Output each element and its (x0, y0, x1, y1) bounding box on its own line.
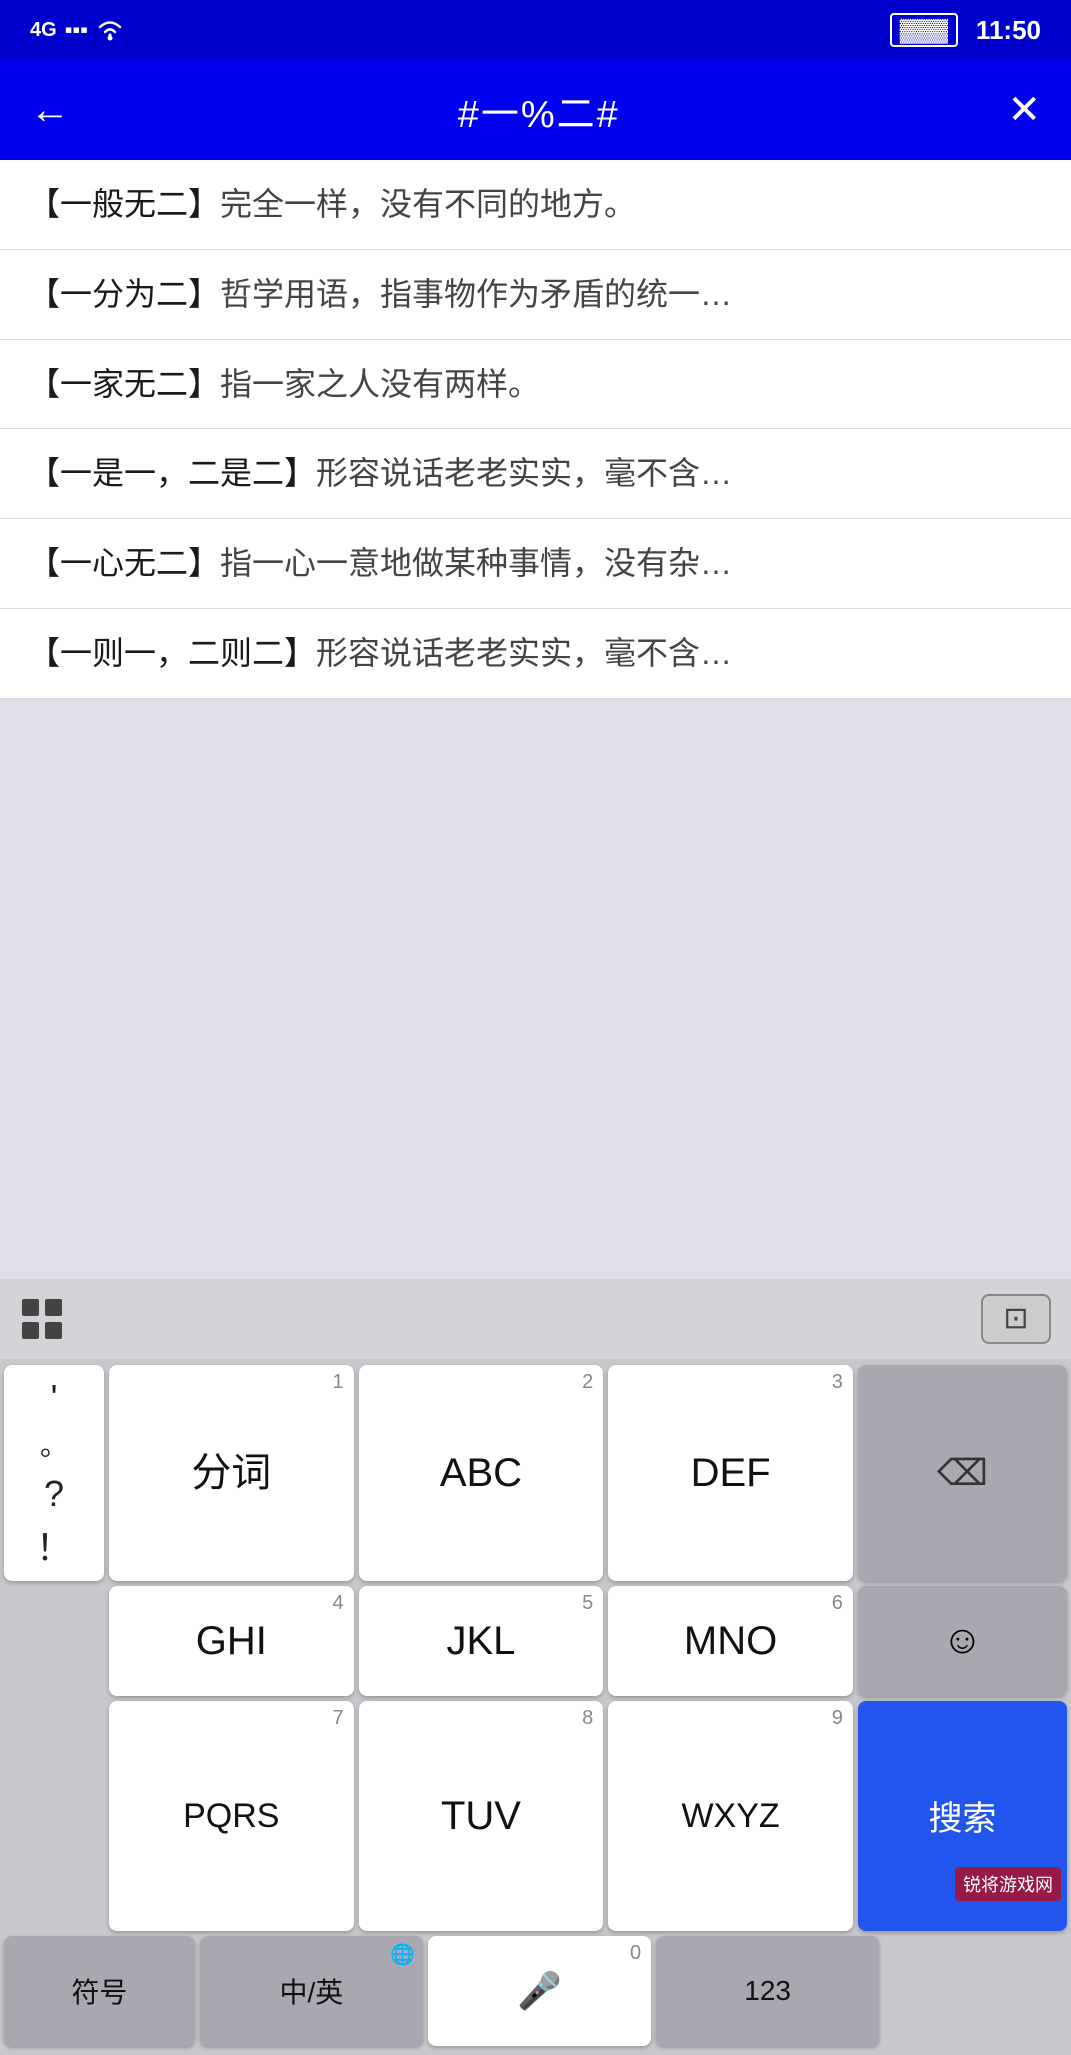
key-label-jkl: JKL (446, 1621, 515, 1661)
grid-icon-button[interactable] (20, 1297, 64, 1341)
back-button[interactable]: ← (30, 88, 70, 133)
key-num-6: 6 (832, 1592, 843, 1615)
key-num-9: 9 (832, 1707, 843, 1730)
keyboard: ' 。 ? ！ 1 分词 2 ABC 3 DEF ⌫ 4 GHI (0, 1359, 1071, 2055)
punct-exclaim[interactable]: ！ (36, 1521, 72, 1575)
result-def-2: 指一家之人没有两样。 (220, 366, 540, 402)
key-label-abc: ABC (440, 1453, 522, 1493)
status-right: ▓▓▓ 11:50 (890, 13, 1041, 47)
globe-icon: 🌐 (390, 1942, 415, 1967)
result-item-1[interactable]: 【一分为二】哲学用语，指事物作为矛盾的统一… (0, 250, 1071, 340)
result-item-5[interactable]: 【一则一，二则二】形容说话老老实实，毫不含… (0, 609, 1071, 699)
collapse-keyboard-button[interactable]: ⊡ (981, 1294, 1051, 1344)
emoji-button[interactable]: ☺ (858, 1586, 1067, 1696)
punct-question[interactable]: ? (44, 1467, 64, 1521)
key-num-4: 4 (333, 1592, 344, 1615)
key-ghi[interactable]: 4 GHI (109, 1586, 354, 1696)
battery-icon: ▓▓▓ (890, 13, 958, 47)
keyboard-row-3: 7 PQRS 8 TUV 9 WXYZ 搜索 (4, 1701, 1067, 1931)
result-def-4: 指一心一意地做某种事情，没有杂… (220, 545, 732, 581)
num-switch-button[interactable]: 123 (656, 1936, 879, 2046)
symbol-label: 符号 (71, 1971, 127, 2011)
key-num-0: 0 (630, 1942, 641, 1965)
result-key-2: 【一家无二】 (28, 366, 220, 402)
key-label-mno: MNO (684, 1621, 777, 1661)
collapse-icon: ⊡ (1003, 1301, 1028, 1336)
search-label: 搜索 (928, 1791, 996, 1840)
results-area: 【一般无二】完全一样，没有不同的地方。【一分为二】哲学用语，指事物作为矛盾的统一… (0, 160, 1071, 699)
result-key-5: 【一则一，二则二】 (28, 635, 316, 671)
key-wxyz[interactable]: 9 WXYZ (608, 1701, 853, 1931)
result-item-4[interactable]: 【一心无二】指一心一意地做某种事情，没有杂… (0, 519, 1071, 609)
close-button[interactable]: ✕ (1007, 87, 1041, 133)
backspace-button[interactable]: ⌫ (858, 1365, 1067, 1581)
key-num-2: 2 (582, 1371, 593, 1394)
key-num-5: 5 (582, 1592, 593, 1615)
result-item-3[interactable]: 【一是一，二是二】形容说话老老实实，毫不含… (0, 429, 1071, 519)
wifi-icon (96, 19, 124, 41)
emoji-icon: ☺ (942, 1618, 983, 1663)
lang-label: 中/英 (280, 1971, 344, 2011)
punct-apostrophe[interactable]: ' (51, 1371, 58, 1425)
key-label-ghi: GHI (196, 1621, 267, 1661)
search-title: #一%二# (458, 83, 620, 138)
key-label-def: DEF (691, 1453, 771, 1493)
grid-icon (20, 1297, 64, 1341)
empty-area (0, 699, 1071, 1279)
key-tuv[interactable]: 8 TUV (359, 1701, 604, 1931)
key-label-wxyz: WXYZ (681, 1799, 779, 1833)
signal-icon: ▪▪▪ (65, 17, 88, 43)
result-item-0[interactable]: 【一般无二】完全一样，没有不同的地方。 (0, 160, 1071, 250)
key-num-8: 8 (582, 1707, 593, 1730)
watermark: 锐将游戏网 (955, 1867, 1061, 1901)
key-jkl[interactable]: 5 JKL (359, 1586, 604, 1696)
result-def-1: 哲学用语，指事物作为矛盾的统一… (220, 276, 732, 312)
keyboard-row-1: ' 。 ? ！ 1 分词 2 ABC 3 DEF ⌫ (4, 1365, 1067, 1581)
status-bar: 4G ▪▪▪ ▓▓▓ 11:50 (0, 0, 1071, 60)
network-indicator: 4G (30, 19, 57, 42)
result-key-3: 【一是一，二是二】 (28, 455, 316, 491)
key-num-3: 3 (832, 1371, 843, 1394)
time-display: 11:50 (976, 15, 1041, 46)
result-key-0: 【一般无二】 (28, 186, 220, 222)
header: ← #一%二# ✕ (0, 60, 1071, 160)
result-def-5: 形容说话老老实实，毫不含… (316, 635, 732, 671)
key-fenci[interactable]: 1 分词 (109, 1365, 354, 1581)
key-num-1: 1 (333, 1371, 344, 1394)
symbol-button[interactable]: 符号 (4, 1936, 195, 2046)
key-abc[interactable]: 2 ABC (359, 1365, 604, 1581)
key-mno[interactable]: 6 MNO (608, 1586, 853, 1696)
result-key-4: 【一心无二】 (28, 545, 220, 581)
mic-space-button[interactable]: 0 🎤 (428, 1936, 651, 2046)
result-def-3: 形容说话老老实实，毫不含… (316, 455, 732, 491)
key-label-pqrs: PQRS (183, 1799, 279, 1833)
result-def-0: 完全一样，没有不同的地方。 (220, 186, 636, 222)
key-def[interactable]: 3 DEF (608, 1365, 853, 1581)
status-left: 4G ▪▪▪ (30, 17, 124, 43)
result-item-2[interactable]: 【一家无二】指一家之人没有两样。 (0, 340, 1071, 430)
key-num-7: 7 (333, 1707, 344, 1730)
mic-icon: 🎤 (517, 1970, 562, 2012)
lang-switch-button[interactable]: 🌐 中/英 (200, 1936, 423, 2046)
key-label-tuv: TUV (441, 1796, 521, 1836)
keyboard-toolbar: ⊡ (0, 1279, 1071, 1359)
num-label: 123 (744, 1975, 791, 2007)
key-label-fenci: 分词 (191, 1453, 271, 1493)
keyboard-row-4: 符号 🌐 中/英 0 🎤 123 (4, 1936, 1067, 2046)
backspace-icon: ⌫ (937, 1452, 988, 1494)
key-pqrs[interactable]: 7 PQRS (109, 1701, 354, 1931)
result-key-1: 【一分为二】 (28, 276, 220, 312)
punct-period[interactable]: 。 (40, 1425, 68, 1467)
keyboard-row-2: 4 GHI 5 JKL 6 MNO ☺ (4, 1586, 1067, 1696)
punct-column: ' 。 ? ！ (4, 1365, 104, 1581)
